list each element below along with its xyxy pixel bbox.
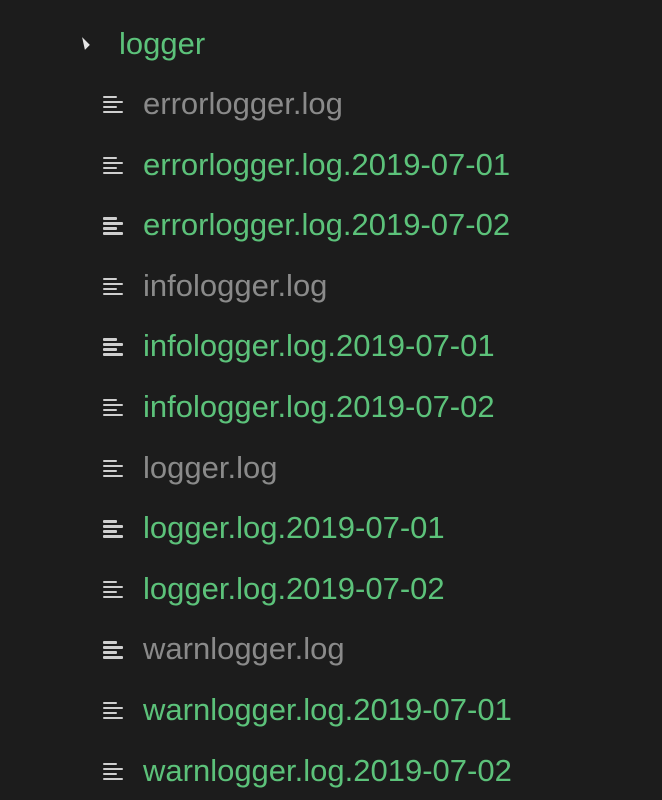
file-name: warnlogger.log.2019-07-01 bbox=[143, 691, 512, 727]
file-lines-icon bbox=[103, 337, 123, 357]
file-name: errorlogger.log.2019-07-02 bbox=[143, 207, 511, 243]
file-lines-icon bbox=[103, 216, 123, 236]
folder-label: logger bbox=[119, 26, 206, 61]
file-item[interactable]: errorlogger.log.2019-07-02 bbox=[0, 196, 662, 257]
file-list: errorlogger.log errorlogger.log.2019-07-0… bbox=[0, 75, 662, 800]
file-item[interactable]: warnlogger.log.2019-07-01 bbox=[0, 681, 662, 742]
file-lines-icon bbox=[103, 398, 123, 418]
caret-down-icon[interactable] bbox=[77, 37, 90, 50]
file-item[interactable]: logger.log.2019-07-02 bbox=[0, 560, 662, 621]
file-name: logger.log.2019-07-02 bbox=[143, 570, 445, 606]
file-item[interactable]: logger.log bbox=[0, 439, 662, 500]
file-item[interactable]: warnlogger.log bbox=[0, 620, 662, 681]
file-name: infologger.log.2019-07-02 bbox=[143, 388, 495, 424]
file-item[interactable]: infologger.log.2019-07-01 bbox=[0, 317, 662, 378]
file-name: errorlogger.log.2019-07-01 bbox=[143, 146, 511, 182]
file-lines-icon bbox=[103, 640, 123, 660]
file-lines-icon bbox=[103, 459, 123, 479]
file-name: warnlogger.log bbox=[143, 631, 345, 667]
folder-row-logger[interactable]: logger bbox=[0, 16, 662, 72]
file-lines-icon bbox=[103, 277, 123, 297]
file-item[interactable]: logger.log.2019-07-01 bbox=[0, 499, 662, 560]
file-lines-icon bbox=[103, 156, 123, 176]
file-name: warnlogger.log.2019-07-02 bbox=[143, 752, 512, 788]
file-item[interactable]: infologger.log bbox=[0, 257, 662, 318]
file-name: errorlogger.log bbox=[143, 86, 343, 121]
file-name: infologger.log.2019-07-01 bbox=[143, 328, 495, 364]
file-lines-icon bbox=[103, 580, 123, 600]
file-lines-icon bbox=[103, 762, 123, 782]
file-item[interactable]: errorlogger.log bbox=[0, 75, 662, 136]
file-name: logger.log bbox=[143, 449, 278, 485]
file-name: infologger.log bbox=[143, 267, 328, 303]
file-lines-icon bbox=[103, 701, 123, 721]
file-name: logger.log.2019-07-01 bbox=[143, 510, 445, 546]
file-lines-icon bbox=[103, 519, 123, 539]
file-item[interactable]: warnlogger.log.2019-07-02 bbox=[0, 742, 662, 800]
file-item[interactable]: errorlogger.log.2019-07-01 bbox=[0, 136, 662, 197]
file-lines-icon bbox=[103, 95, 123, 115]
file-item[interactable]: infologger.log.2019-07-02 bbox=[0, 378, 662, 439]
file-explorer-tree: logger errorlogger.log errorlogger.log.20… bbox=[0, 0, 662, 800]
